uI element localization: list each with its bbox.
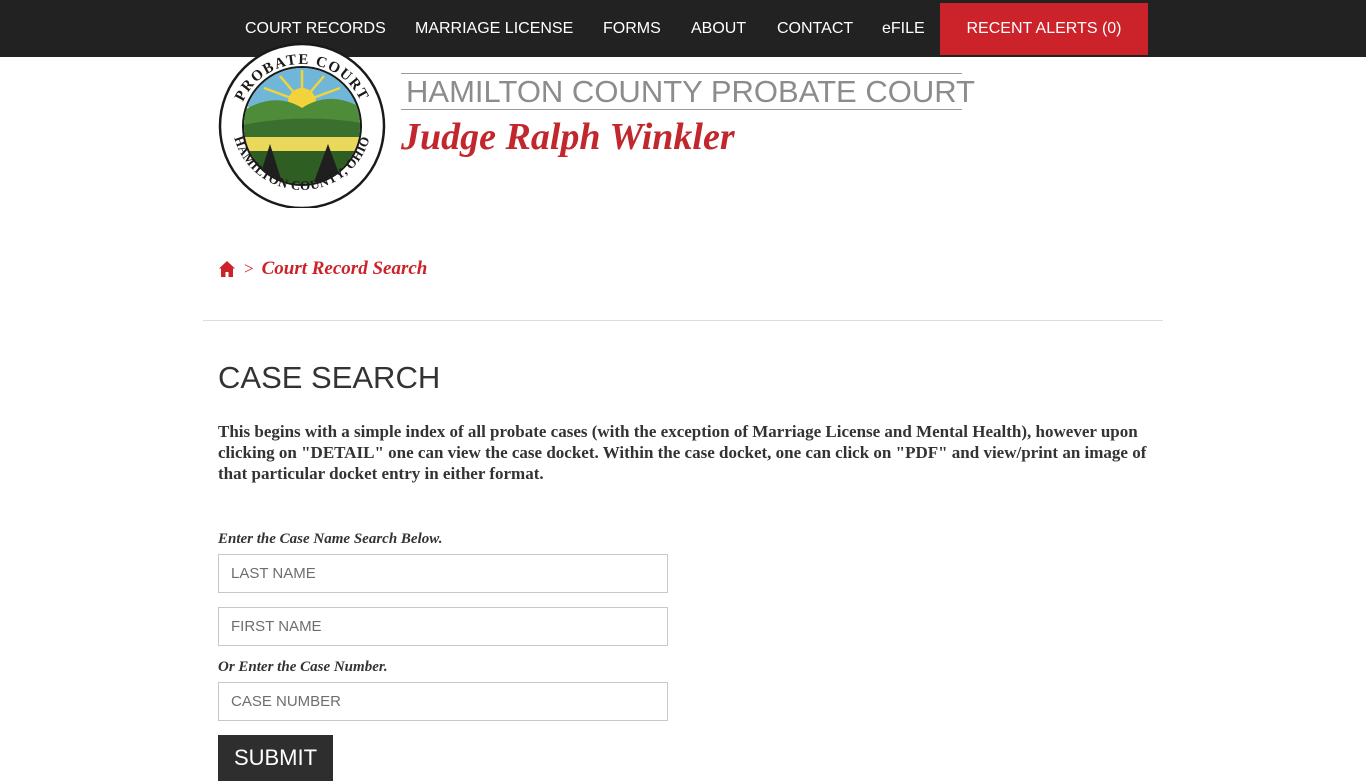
home-icon[interactable] [218,260,236,278]
submit-button[interactable]: SUBMIT [218,735,333,781]
nav-efile[interactable]: eFILE [882,0,925,57]
breadcrumb: > Court Record Search [218,256,427,282]
page-title: CASE SEARCH [218,360,441,395]
top-navigation-bar: COURT RECORDS MARRIAGE LICENSE FORMS ABO… [0,0,1366,57]
nav-marriage-license[interactable]: MARRIAGE LICENSE [415,0,573,57]
breadcrumb-current[interactable]: Court Record Search [262,258,428,280]
nav-about[interactable]: ABOUT [691,0,746,57]
case-number-input[interactable] [218,682,668,721]
probate-court-seal-logo[interactable]: PROBATE COURT HAMILTON COUNTY, OHIO [218,42,386,208]
first-name-input[interactable] [218,607,668,646]
recent-alerts-button[interactable]: RECENT ALERTS (0) [940,3,1148,55]
judge-name: Judge Ralph Winkler [401,116,735,158]
breadcrumb-separator: > [244,259,254,278]
case-number-label: Or Enter the Case Number. [218,659,388,675]
nav-contact[interactable]: CONTACT [777,0,853,57]
court-title: HAMILTON COUNTY PROBATE COURT [401,73,975,110]
nav-forms[interactable]: FORMS [603,0,661,57]
case-name-label: Enter the Case Name Search Below. [218,531,443,547]
section-divider [203,320,1163,321]
last-name-input[interactable] [218,554,668,593]
search-description: This begins with a simple index of all p… [218,422,1147,483]
